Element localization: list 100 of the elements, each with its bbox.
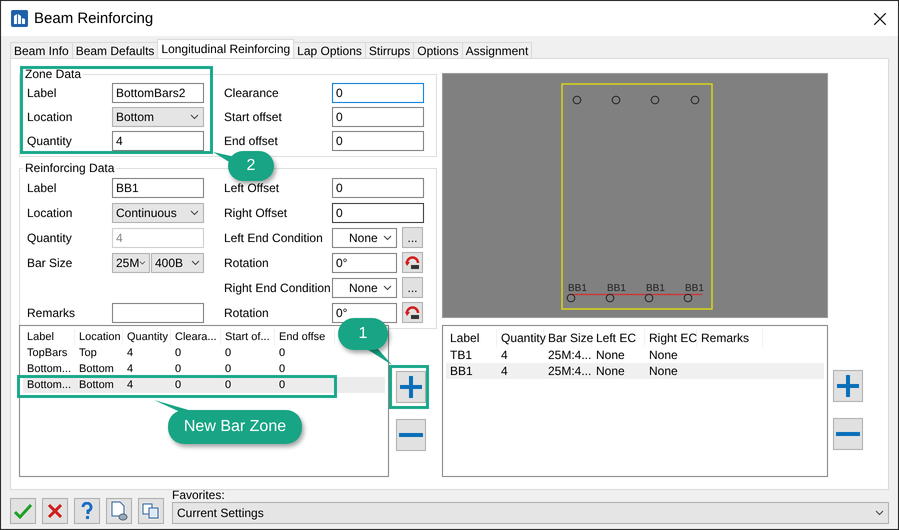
table-cell-text: 0 (174, 346, 182, 361)
dropdown[interactable]: Bottom (112, 107, 204, 127)
field-label: Label (27, 86, 58, 100)
remove-button[interactable] (396, 419, 426, 451)
group-title: Zone Data (24, 67, 82, 81)
tab[interactable]: Longitudinal Reinforcing (157, 39, 294, 58)
minus-icon (836, 431, 860, 437)
table-cell-text: None (648, 347, 679, 363)
field-label: Bar Size (27, 256, 74, 270)
copy-icon (142, 503, 160, 519)
favorites-label: Favorites: (172, 488, 226, 502)
text-field[interactable] (112, 302, 204, 322)
favorites-dropdown[interactable]: Current Settings (172, 502, 889, 524)
bar-label: BB1 (607, 283, 626, 294)
text-field[interactable]: 0 (332, 202, 424, 222)
column-header: Location (75, 329, 123, 345)
tab[interactable]: Options (413, 42, 463, 58)
export-button[interactable] (106, 498, 132, 524)
column-header: End offse (275, 329, 335, 345)
rotate-button[interactable] (402, 252, 423, 273)
help-button[interactable] (74, 498, 100, 524)
add-button[interactable] (833, 370, 863, 402)
table-cell-text: Bottom (78, 378, 115, 393)
chevron-icon (190, 114, 199, 120)
chevron-icon (383, 284, 392, 290)
window-title: Beam Reinforcing (34, 10, 154, 27)
field-label: Clearance (224, 86, 280, 100)
table-row[interactable]: TB1 4 25M:4... None None (446, 347, 824, 363)
rotate-icon (405, 305, 420, 320)
column-header: Quantity (123, 329, 171, 345)
column-header: Remarks (697, 329, 763, 347)
text-field[interactable]: BB1 (112, 178, 204, 198)
cancel-button[interactable] (42, 498, 68, 524)
table-cell-text: BB1 (449, 363, 474, 379)
table-cell-text: TopBars (26, 346, 68, 361)
table-cell-text: TB1 (449, 347, 474, 363)
group-title: Reinforcing Data (24, 161, 116, 175)
minus-icon (399, 432, 423, 438)
column-header: Right EC (645, 329, 697, 347)
field-label: Start offset (224, 110, 283, 124)
plus-icon (399, 375, 423, 399)
bar-label: BB1 (646, 283, 665, 294)
tab[interactable]: Assignment (462, 42, 532, 58)
bar-label: BB1 (685, 283, 704, 294)
dropdown[interactable]: None (332, 278, 397, 298)
table-cell-text: Bottom (78, 362, 115, 377)
table-cell-text: Bottom... (26, 378, 72, 393)
table-cell-text: 4 (126, 378, 134, 393)
rotate-button[interactable] (402, 302, 423, 323)
table-row[interactable]: BB1 4 25M:4... None None (446, 363, 824, 379)
chevron-icon (190, 210, 199, 216)
ok-button[interactable] (10, 498, 36, 524)
remove-button[interactable] (833, 418, 863, 450)
close-icon[interactable] (874, 12, 886, 24)
tab[interactable]: Beam Info (10, 42, 73, 58)
table-row[interactable]: Bottom... Bottom 4 0 0 0 (23, 377, 385, 393)
table-cell-text: 4 (500, 347, 509, 363)
tab[interactable]: Beam Defaults (72, 42, 158, 58)
dropdown[interactable]: 25M (112, 252, 150, 272)
chevron-icon (383, 234, 392, 240)
table-cell-text: Bottom... (26, 362, 72, 377)
column-header: Label (446, 329, 497, 347)
table-cell-text: 25M:4... (547, 347, 592, 363)
table-cell-text: 0 (278, 378, 286, 393)
field-label: Location (27, 110, 74, 124)
field-label: Right Offset (224, 206, 288, 220)
text-field[interactable]: 0 (332, 178, 424, 198)
column-header: Left EC (592, 329, 645, 347)
table-row[interactable]: Bottom... Bottom 4 0 0 0 (23, 361, 385, 377)
more-button[interactable]: ... (402, 227, 423, 248)
copy-button[interactable] (138, 498, 164, 524)
column-header: Quantity (497, 329, 544, 347)
field-label: End offset (224, 134, 279, 148)
field-label: Right End Condition (224, 280, 332, 294)
field-label: Remarks (27, 306, 76, 320)
table-cell-text: 0 (174, 378, 182, 393)
add-button[interactable] (396, 371, 426, 403)
dropdown[interactable]: 400B (151, 252, 204, 272)
checkmark-icon (14, 503, 32, 519)
table-cell-text: Top (78, 346, 98, 361)
field-label: Left Offset (224, 180, 280, 194)
text-field[interactable]: 0° (332, 252, 397, 272)
tab[interactable]: Lap Options (293, 42, 366, 58)
field-label: Location (27, 206, 74, 220)
dropdown[interactable]: Continuous (112, 202, 204, 222)
dropdown[interactable]: None (332, 228, 397, 248)
text-field[interactable]: 0 (332, 83, 424, 103)
field-label: Quantity (27, 134, 73, 148)
tab[interactable]: Stirrups (364, 42, 414, 58)
question-mark-icon (81, 502, 93, 520)
text-field[interactable]: 0 (332, 107, 424, 127)
bar-label: BB1 (568, 283, 587, 294)
column-header: Start of... (221, 329, 275, 345)
text-field[interactable]: 4 (112, 131, 204, 151)
table-cell-text: 0 (224, 362, 232, 377)
text-field[interactable]: BottomBars2 (112, 83, 204, 103)
text-field[interactable]: 0 (332, 131, 424, 151)
chevron-icon (875, 510, 884, 516)
more-button[interactable]: ... (402, 277, 423, 298)
text-field[interactable]: 0° (332, 302, 397, 322)
